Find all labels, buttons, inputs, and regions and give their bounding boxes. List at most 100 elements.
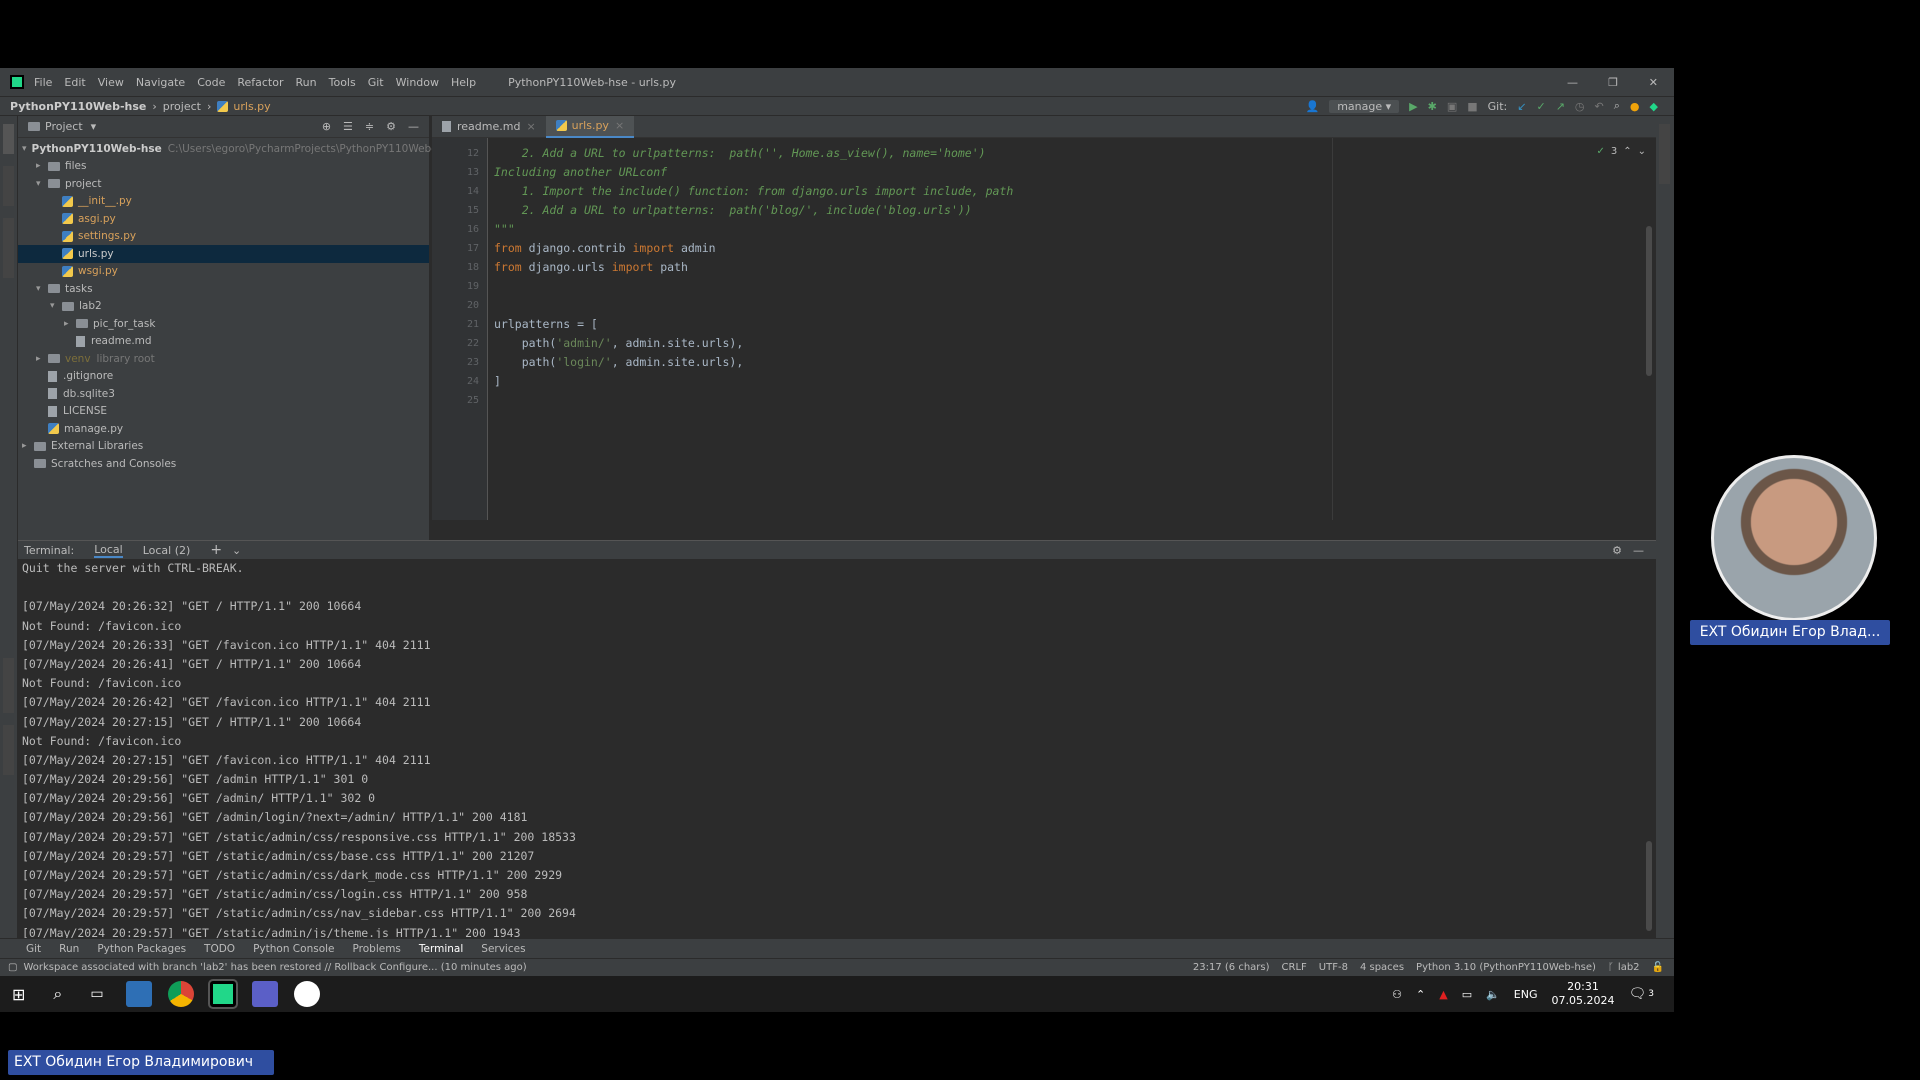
acrobat-icon[interactable]: ▲: [1439, 988, 1447, 1001]
code-line[interactable]: urlpatterns = [: [494, 315, 1594, 334]
tool-button-python-packages[interactable]: Python Packages: [97, 943, 186, 955]
code-line[interactable]: 2. Add a URL to urlpatterns: path('', Ho…: [494, 144, 1594, 163]
caret-position[interactable]: 23:17 (6 chars): [1193, 962, 1270, 973]
tool-button-terminal[interactable]: Terminal: [419, 943, 463, 955]
status-icon[interactable]: ▢: [8, 962, 17, 973]
code-line[interactable]: """: [494, 220, 1594, 239]
terminal-tab-1[interactable]: Local (2): [143, 544, 191, 557]
menu-item-refactor[interactable]: Refactor: [237, 76, 283, 89]
chevron-down-icon[interactable]: ▾: [22, 144, 27, 154]
git-rollback-icon[interactable]: ↶: [1595, 100, 1604, 113]
project-tool-icon[interactable]: [3, 124, 14, 154]
coverage-icon[interactable]: ▣: [1447, 100, 1457, 113]
code-line[interactable]: from django.urls import path: [494, 258, 1594, 277]
jetbrains-logo-icon[interactable]: ◆: [1650, 100, 1658, 113]
tree-item[interactable]: ▾ tasks: [18, 280, 429, 298]
updates-icon[interactable]: ●: [1630, 100, 1640, 113]
tree-item[interactable]: db.sqlite3: [18, 385, 429, 403]
chevron-up-icon[interactable]: ⌃: [1416, 988, 1425, 1001]
tree-item[interactable]: ▸ External Libraries: [18, 438, 429, 456]
gear-icon[interactable]: ⚙: [1612, 544, 1622, 557]
app-icon[interactable]: [125, 981, 152, 1007]
code-line[interactable]: [494, 296, 1594, 315]
breadcrumb-folder[interactable]: project: [163, 100, 201, 113]
git-history-icon[interactable]: ◷: [1575, 100, 1585, 113]
tree-item[interactable]: ▸ venv library root: [18, 350, 429, 368]
restore-icon[interactable]: ❐: [1608, 76, 1618, 89]
bookmarks-tool-icon[interactable]: [3, 658, 14, 713]
indent-setting[interactable]: 4 spaces: [1360, 962, 1404, 973]
inspection-ok-icon[interactable]: ✓: [1596, 146, 1604, 157]
lock-icon[interactable]: 🔓: [1652, 962, 1664, 973]
menu-item-view[interactable]: View: [98, 76, 124, 89]
locate-icon[interactable]: ⊕: [322, 120, 331, 133]
chevron-right-icon[interactable]: ▸: [36, 161, 48, 171]
tree-item[interactable]: LICENSE: [18, 403, 429, 421]
tool-button-run[interactable]: Run: [59, 943, 79, 955]
notifications-tool-icon[interactable]: [1659, 124, 1670, 184]
tree-item[interactable]: ▸ files: [18, 158, 429, 176]
clock[interactable]: 20:31 07.05.2024: [1552, 980, 1615, 1008]
tool-button-services[interactable]: Services: [481, 943, 525, 955]
tree-item[interactable]: manage.py: [18, 420, 429, 438]
editor-scrollbar[interactable]: [1646, 226, 1652, 376]
collapse-all-icon[interactable]: ≑: [365, 120, 374, 133]
obs-icon[interactable]: [293, 981, 320, 1007]
tree-item[interactable]: __init__.py: [18, 193, 429, 211]
menu-item-edit[interactable]: Edit: [64, 76, 85, 89]
close-icon[interactable]: ×: [615, 119, 624, 132]
git-push-icon[interactable]: ↗: [1556, 100, 1565, 113]
add-terminal-icon[interactable]: +: [210, 542, 222, 558]
pycharm-icon[interactable]: [207, 979, 238, 1009]
tree-item[interactable]: asgi.py: [18, 210, 429, 228]
chrome-icon[interactable]: [167, 981, 194, 1007]
stop-icon[interactable]: ■: [1467, 100, 1477, 113]
git-update-icon[interactable]: ↙: [1517, 100, 1526, 113]
debug-icon[interactable]: ✱: [1428, 100, 1437, 113]
chevron-down-icon[interactable]: ⌄: [232, 544, 241, 557]
code-line[interactable]: from django.contrib import admin: [494, 239, 1594, 258]
menu-item-navigate[interactable]: Navigate: [136, 76, 185, 89]
chevron-right-icon[interactable]: ▸: [36, 354, 48, 364]
user-icon[interactable]: 👤: [1306, 100, 1320, 113]
run-config-dropdown[interactable]: manage ▾: [1329, 99, 1400, 113]
chevron-down-icon[interactable]: ▾: [36, 179, 48, 189]
close-icon[interactable]: ×: [526, 120, 535, 133]
terminal-tab-0[interactable]: Local: [94, 543, 123, 558]
structure-tool-icon[interactable]: [3, 725, 14, 775]
menu-item-tools[interactable]: Tools: [329, 76, 356, 89]
project-panel-title[interactable]: Project: [45, 120, 83, 133]
chevron-down-icon[interactable]: ⌄: [1638, 146, 1646, 157]
breadcrumb-file[interactable]: urls.py: [233, 100, 270, 113]
tree-item[interactable]: .gitignore: [18, 368, 429, 386]
editor-tab-urls-py[interactable]: urls.py ×: [545, 115, 635, 138]
chevron-down-icon[interactable]: ▾: [50, 301, 62, 311]
terminal-scrollbar[interactable]: [1646, 841, 1652, 931]
tree-item[interactable]: settings.py: [18, 228, 429, 246]
close-icon[interactable]: ✕: [1649, 76, 1658, 89]
expand-all-icon[interactable]: ☰: [343, 120, 353, 133]
terminal-output[interactable]: Quit the server with CTRL-BREAK. [07/May…: [18, 559, 1656, 962]
tool-button-todo[interactable]: TODO: [204, 943, 235, 955]
menu-item-window[interactable]: Window: [396, 76, 439, 89]
editor-tab-readme-md[interactable]: readme.md ×: [432, 116, 546, 138]
file-encoding[interactable]: UTF-8: [1319, 962, 1348, 973]
code-line[interactable]: 2. Add a URL to urlpatterns: path('blog/…: [494, 201, 1594, 220]
tree-item[interactable]: ▸ pic_for_task: [18, 315, 429, 333]
code-line[interactable]: path('login/', admin.site.urls),: [494, 353, 1594, 372]
people-icon[interactable]: ⚇: [1392, 988, 1402, 1001]
teams-icon[interactable]: [251, 981, 278, 1007]
code-area[interactable]: 2. Add a URL to urlpatterns: path('', Ho…: [494, 138, 1594, 520]
tree-item[interactable]: readme.md: [18, 333, 429, 351]
hide-icon[interactable]: —: [408, 120, 419, 133]
chevron-right-icon[interactable]: ▸: [64, 319, 76, 329]
search-icon[interactable]: ⌕: [1614, 99, 1620, 113]
menu-item-help[interactable]: Help: [451, 76, 476, 89]
task-view-icon[interactable]: ▭: [90, 986, 103, 1002]
chevron-down-icon[interactable]: ▾: [91, 120, 97, 133]
status-message[interactable]: Workspace associated with branch 'lab2' …: [23, 962, 526, 973]
menu-item-run[interactable]: Run: [296, 76, 317, 89]
chevron-right-icon[interactable]: ▸: [22, 441, 34, 451]
menu-item-file[interactable]: File: [34, 76, 52, 89]
chevron-down-icon[interactable]: ▾: [36, 284, 48, 294]
